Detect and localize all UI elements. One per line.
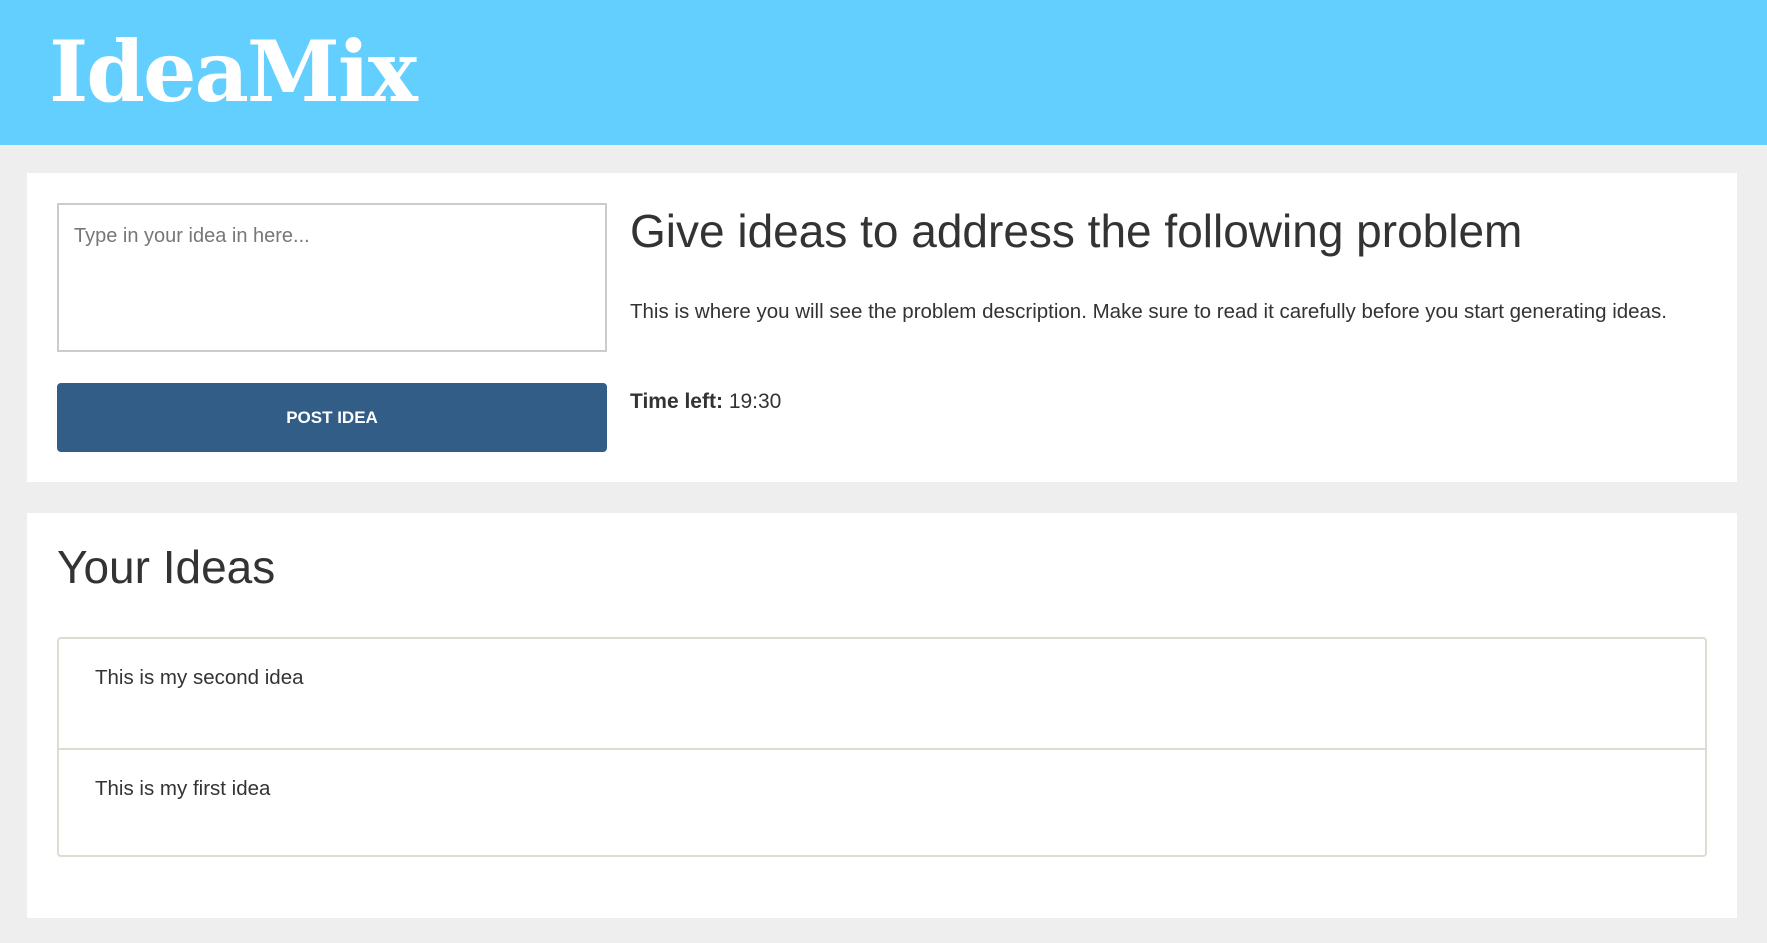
- time-left-value: 19:30: [728, 390, 782, 413]
- time-left: Time left: 19:30: [630, 387, 781, 417]
- post-idea-button[interactable]: POST IDEA: [57, 383, 607, 452]
- app-header: IdeaMix: [0, 0, 1767, 145]
- your-ideas-title: Your Ideas: [57, 541, 276, 593]
- problem-description: This is where you will see the problem d…: [630, 300, 1667, 323]
- ideas-list: This is my second idea This is my first …: [57, 637, 1707, 857]
- composer-card: POST IDEA Give ideas to address the foll…: [27, 173, 1737, 482]
- idea-list-item[interactable]: This is my second idea: [59, 639, 1705, 748]
- idea-input[interactable]: [57, 203, 607, 352]
- app-logo[interactable]: IdeaMix: [49, 22, 418, 122]
- problem-title: Give ideas to address the following prob…: [630, 205, 1523, 257]
- idea-list-item[interactable]: This is my first idea: [59, 748, 1705, 855]
- ideas-card: Your Ideas This is my second idea This i…: [27, 513, 1737, 918]
- time-left-label: Time left:: [630, 390, 723, 413]
